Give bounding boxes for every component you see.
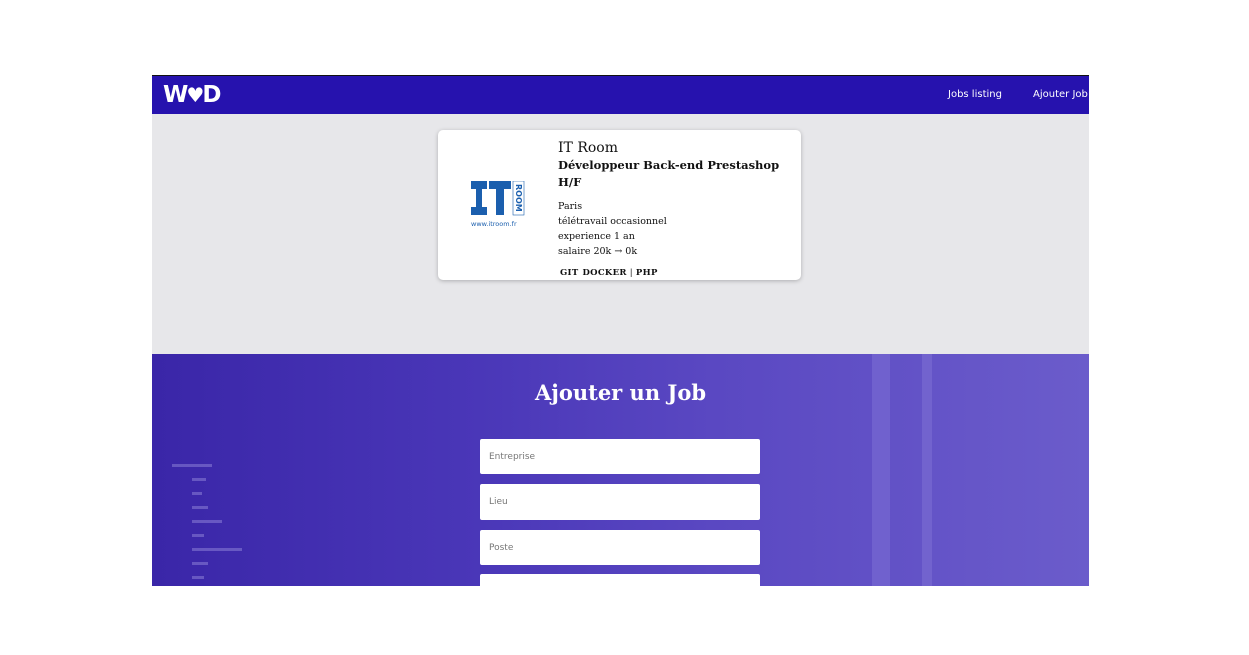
company-name: IT Room: [558, 140, 618, 156]
nav-link-ajouter-job[interactable]: Ajouter Job: [1033, 89, 1088, 100]
next-field-input[interactable]: [480, 574, 760, 586]
job-location: Paris: [558, 201, 583, 212]
job-details: Paris télétravail occasionnel experience…: [558, 199, 798, 259]
tag-docker: DOCKER: [582, 268, 627, 278]
tag-php: PHP: [635, 268, 658, 278]
logo-letter-d: D: [202, 82, 221, 108]
logo-letter-w: W: [163, 82, 188, 108]
logo-side-text: ROOM: [514, 184, 523, 212]
tag-git: GIT: [560, 268, 579, 278]
form-title: Ajouter un Job: [534, 380, 707, 405]
job-tags: GIT DOCKER | PHP: [558, 268, 798, 278]
job-card-details: IT Room Développeur Back-end Prestashop …: [558, 140, 798, 278]
lieu-input[interactable]: [480, 484, 760, 520]
top-navbar: W ♥ D Jobs listing Ajouter Job: [152, 75, 1089, 114]
company-logo: ROOM www.itroom.fr: [471, 180, 527, 229]
it-room-logo-icon: ROOM: [471, 180, 525, 216]
logo-url-caption: www.itroom.fr: [471, 220, 517, 228]
brand-logo[interactable]: W ♥ D: [163, 81, 221, 109]
nav-link-jobs-listing[interactable]: Jobs listing: [948, 89, 1002, 100]
job-salary: salaire 20k → 0k: [558, 246, 638, 257]
poste-input[interactable]: [480, 530, 760, 565]
code-background-decoration: [172, 464, 242, 579]
entreprise-input[interactable]: [480, 439, 760, 474]
job-remote: télétravail occasionnel: [558, 216, 667, 227]
job-title: Développeur Back-end Prestashop H/F: [558, 158, 780, 189]
app-window: W ♥ D Jobs listing Ajouter Job ROOM www.…: [152, 75, 1089, 586]
add-job-section: Ajouter un Job: [152, 354, 1089, 586]
job-card[interactable]: ROOM www.itroom.fr IT Room Développeur B…: [438, 130, 801, 280]
heart-icon: ♥: [186, 83, 204, 107]
job-experience: experience 1 an: [558, 231, 635, 242]
job-listing-area: ROOM www.itroom.fr IT Room Développeur B…: [152, 114, 1089, 354]
